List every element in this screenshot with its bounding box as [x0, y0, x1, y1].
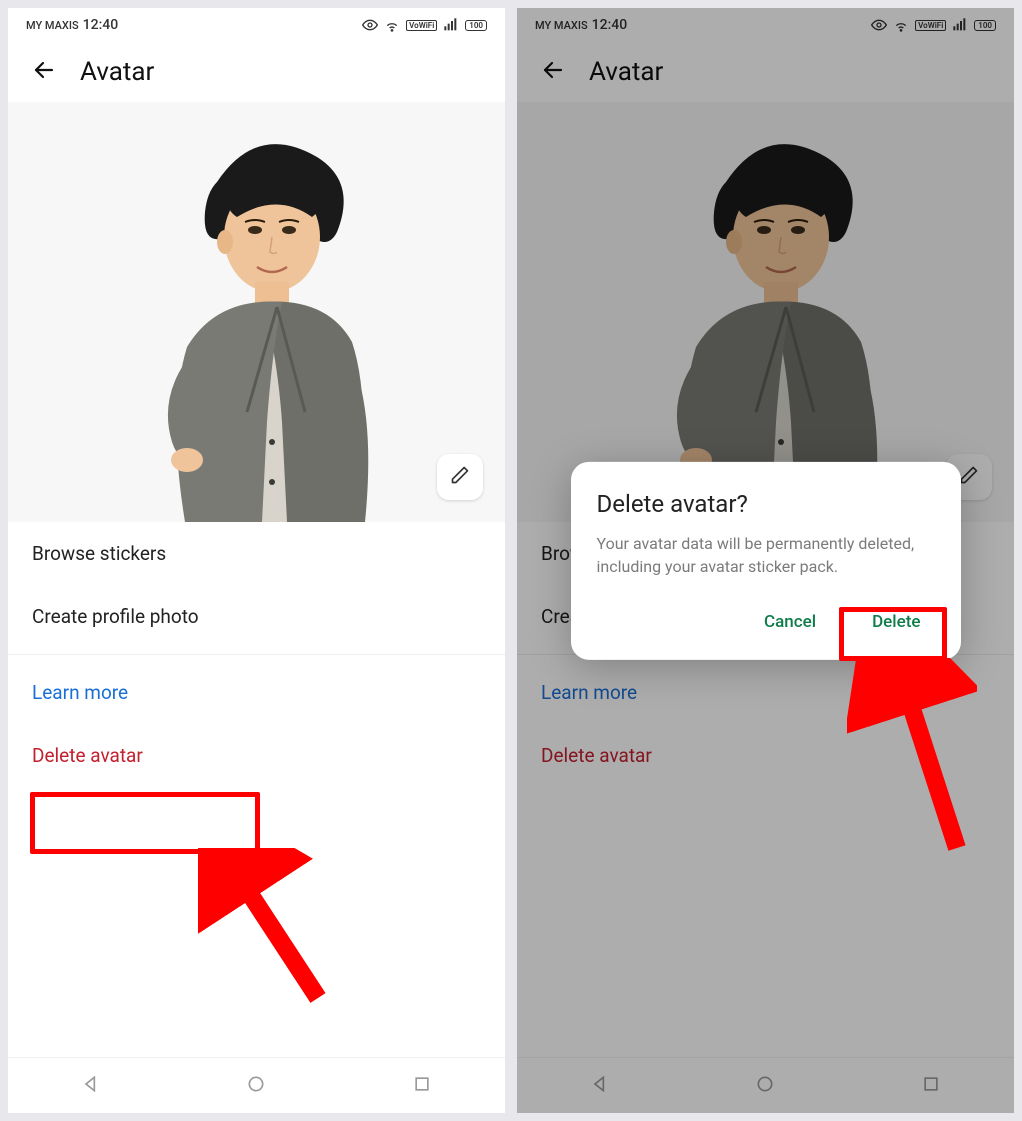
divider — [8, 654, 505, 655]
clock-label: 12:40 — [83, 17, 119, 33]
phone-screen-right: MY MAXIS 12:40 VoWiFi 100 Avatar — [517, 8, 1014, 1113]
battery-icon: 100 — [465, 20, 487, 31]
phone-screen-left: MY MAXIS 12:40 VoWiFi 100 Avatar — [8, 8, 505, 1113]
edit-avatar-button[interactable] — [437, 454, 483, 500]
create-profile-photo-option[interactable]: Create profile photo — [8, 585, 505, 648]
dialog-actions: Cancel Delete — [597, 604, 935, 640]
dialog-body: Your avatar data will be permanently del… — [597, 531, 935, 577]
dialog-title: Delete avatar? — [597, 489, 935, 517]
android-nav-bar — [8, 1057, 505, 1113]
app-header: Avatar — [8, 42, 505, 102]
eye-icon — [362, 17, 378, 33]
cancel-button[interactable]: Cancel — [750, 604, 830, 640]
back-icon[interactable] — [32, 58, 56, 86]
annotation-arrow — [198, 848, 338, 1008]
delete-confirm-button[interactable]: Delete — [858, 604, 934, 640]
carrier-label: MY MAXIS — [26, 19, 79, 32]
wifi-icon — [384, 17, 400, 33]
delete-avatar-dialog: Delete avatar? Your avatar data will be … — [571, 461, 961, 659]
options-list: Browse stickers Create profile photo Lea… — [8, 522, 505, 787]
avatar-figure — [127, 122, 387, 522]
nav-back-icon[interactable] — [81, 1074, 101, 1098]
avatar-preview — [8, 102, 505, 522]
pencil-icon — [450, 465, 470, 489]
learn-more-link[interactable]: Learn more — [8, 661, 505, 724]
nav-recent-icon[interactable] — [412, 1074, 432, 1098]
signal-icon — [443, 17, 459, 33]
nav-home-icon[interactable] — [246, 1074, 266, 1098]
status-bar: MY MAXIS 12:40 VoWiFi 100 — [8, 8, 505, 42]
vowifi-icon: VoWiFi — [406, 20, 437, 31]
page-title: Avatar — [80, 57, 154, 87]
annotation-highlight — [30, 792, 260, 854]
browse-stickers-option[interactable]: Browse stickers — [8, 522, 505, 585]
delete-avatar-link[interactable]: Delete avatar — [8, 724, 505, 787]
